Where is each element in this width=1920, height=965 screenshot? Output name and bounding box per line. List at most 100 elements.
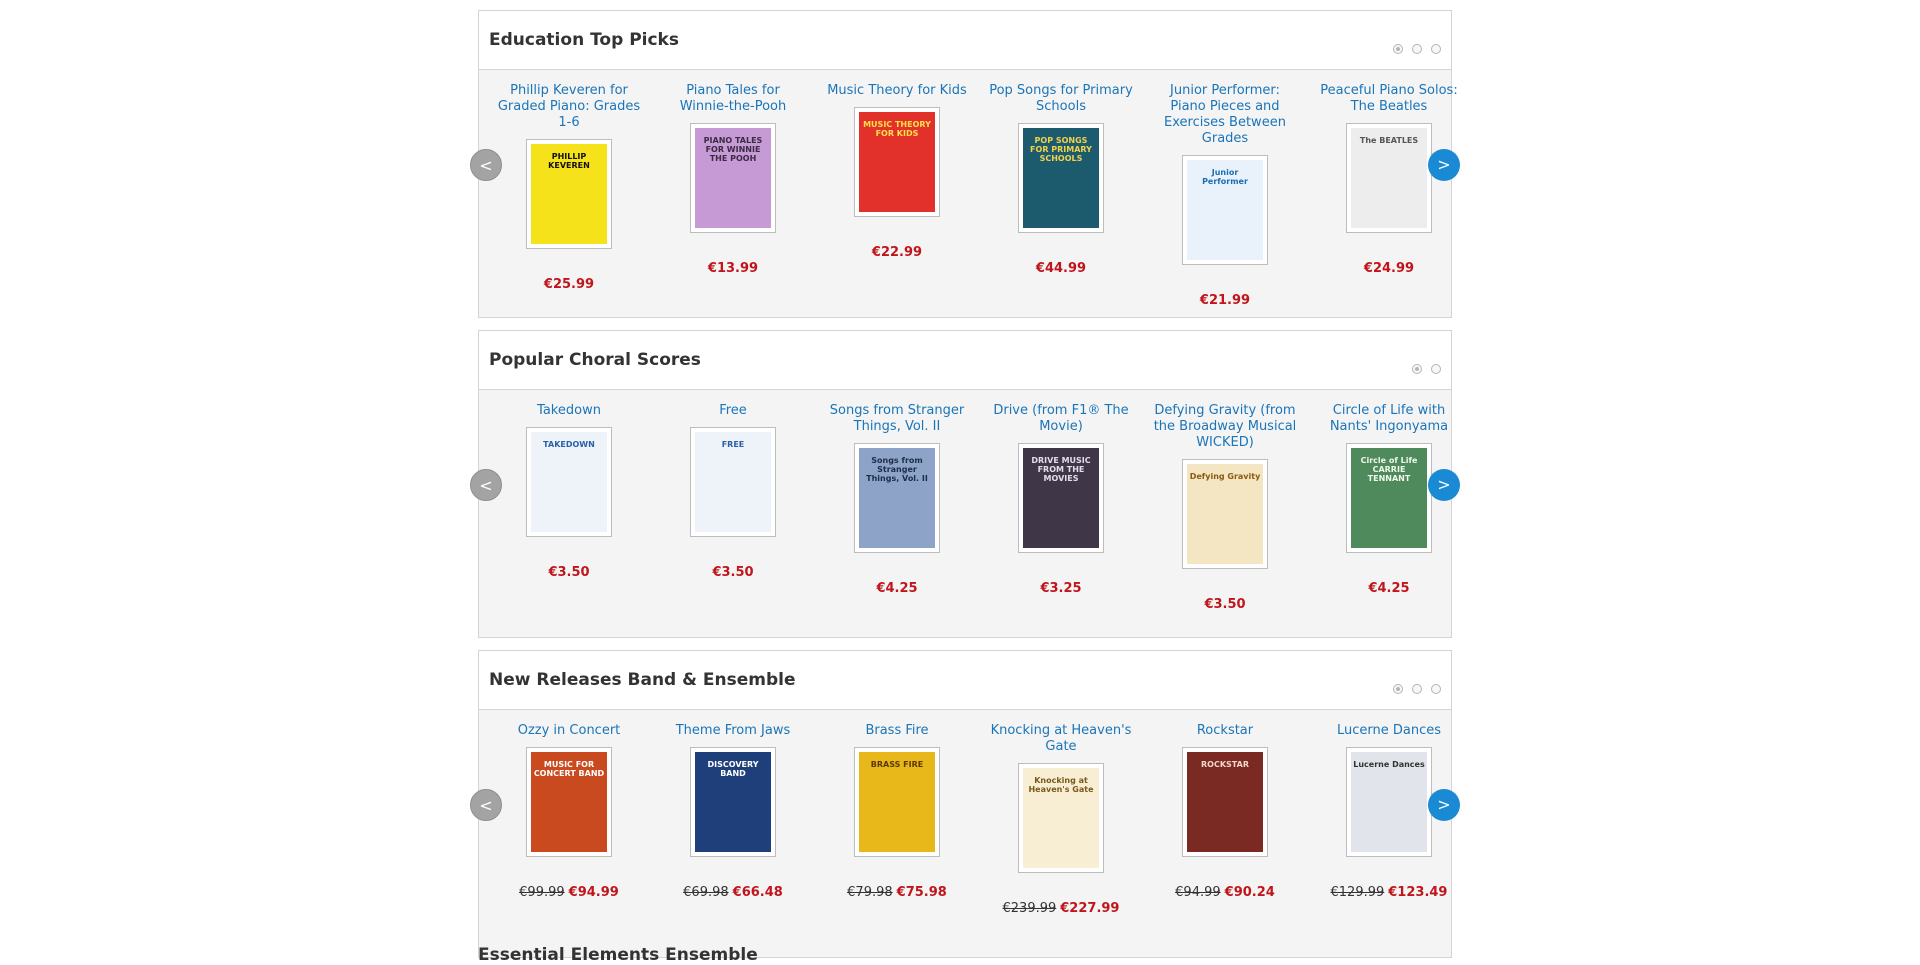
cover-text: PHILLIP KEVEREN xyxy=(548,152,590,170)
product-cover-link[interactable]: Circle of Life CARRIE TENNANT xyxy=(1346,443,1432,553)
product-title-link[interactable]: Knocking at Heaven's Gate xyxy=(986,723,1136,755)
current-price: €44.99 xyxy=(1035,261,1087,276)
product-cover-link[interactable]: Lucerne Dances xyxy=(1346,747,1432,857)
carousel-next-button[interactable]: > xyxy=(1428,149,1460,181)
price-block: €22.99 xyxy=(822,245,972,260)
product-title-link[interactable]: Phillip Keveren for Graded Piano: Grades… xyxy=(494,83,644,131)
product-cover-link[interactable]: MUSIC FOR CONCERT BAND xyxy=(526,747,612,857)
product-cover-link[interactable]: Songs from Stranger Things, Vol. II xyxy=(854,443,940,553)
cover-text: DISCOVERY BAND xyxy=(707,760,759,778)
pagination-dot[interactable] xyxy=(1412,44,1422,54)
product-cover-link[interactable]: Knocking at Heaven's Gate xyxy=(1018,763,1104,873)
product-title-link[interactable]: Brass Fire xyxy=(822,723,972,739)
current-price: €94.99 xyxy=(568,885,619,900)
current-price: €3.50 xyxy=(1204,597,1246,612)
cover-text: MUSIC FOR CONCERT BAND xyxy=(533,760,605,778)
cover-text: ROCKSTAR xyxy=(1201,760,1249,769)
price-block: €21.99 xyxy=(1150,293,1300,308)
product-carousel: Popular Choral Scores Takedown TAKEDOWN €3.… xyxy=(470,330,1460,638)
pagination-dot[interactable] xyxy=(1412,364,1422,374)
price-block: €3.50 xyxy=(1150,597,1300,612)
product-title-link[interactable]: Free xyxy=(658,403,808,419)
product-title-link[interactable]: Takedown xyxy=(494,403,644,419)
original-price: €129.99 xyxy=(1330,885,1385,900)
product-title-link[interactable]: Drive (from F1® The Movie) xyxy=(986,403,1136,435)
current-price: €13.99 xyxy=(707,261,759,276)
product-cover-link[interactable]: DISCOVERY BAND xyxy=(690,747,776,857)
product-cover-image: Songs from Stranger Things, Vol. II xyxy=(859,448,935,548)
carousel-header: Education Top Picks xyxy=(479,11,1451,70)
product-card: Brass Fire BRASS FIRE €79.98 €75.98 xyxy=(822,723,972,900)
price-block: €44.99 xyxy=(986,261,1136,276)
pagination-dot[interactable] xyxy=(1393,44,1403,54)
product-card: Free FREE €3.50 xyxy=(658,403,808,580)
carousel-prev-button[interactable]: < xyxy=(470,149,502,181)
current-price: €4.25 xyxy=(876,581,918,596)
cover-text: POP SONGS FOR PRIMARY SCHOOLS xyxy=(1030,136,1092,163)
product-cover-link[interactable]: Defying Gravity xyxy=(1182,459,1268,569)
product-cover-image: Knocking at Heaven's Gate xyxy=(1023,768,1099,868)
cover-text: FREE xyxy=(721,440,745,449)
product-title-link[interactable]: Pop Songs for Primary Schools xyxy=(986,83,1136,115)
product-cover-link[interactable]: ROCKSTAR xyxy=(1182,747,1268,857)
price-block: €4.25 xyxy=(1314,581,1464,596)
price-block: €79.98 €75.98 xyxy=(822,885,972,900)
pagination-dot[interactable] xyxy=(1431,44,1441,54)
cover-text: Lucerne Dances xyxy=(1353,760,1425,769)
product-cover-link[interactable]: Junior Performer xyxy=(1182,155,1268,265)
product-card: Rockstar ROCKSTAR €94.99 €90.24 xyxy=(1150,723,1300,900)
cover-text: Defying Gravity xyxy=(1189,472,1261,481)
price-block: €25.99 xyxy=(494,277,644,292)
carousel-header: New Releases Band & Ensemble xyxy=(479,651,1451,710)
pagination-dot[interactable] xyxy=(1431,684,1441,694)
product-cover-image: DISCOVERY BAND xyxy=(695,752,771,852)
cover-text: DRIVE MUSIC FROM THE MOVIES xyxy=(1031,456,1091,483)
product-card: Theme From Jaws DISCOVERY BAND €69.98 €66.4… xyxy=(658,723,808,900)
carousel-header: Popular Choral Scores xyxy=(479,331,1451,390)
product-cover-link[interactable]: MUSIC THEORY FOR KIDS xyxy=(854,107,940,217)
chevron-left-icon: < xyxy=(479,476,493,495)
price-block: €3.25 xyxy=(986,581,1136,596)
carousel-pagination xyxy=(1393,44,1441,54)
product-title-link[interactable]: Lucerne Dances xyxy=(1314,723,1464,739)
product-cover-link[interactable]: PIANO TALES FOR WINNIE THE POOH xyxy=(690,123,776,233)
carousel-prev-button[interactable]: < xyxy=(470,469,502,501)
pagination-dot[interactable] xyxy=(1393,684,1403,694)
carousel-next-button[interactable]: > xyxy=(1428,789,1460,821)
pagination-dot[interactable] xyxy=(1412,684,1422,694)
product-title-link[interactable]: Rockstar xyxy=(1150,723,1300,739)
product-cover-link[interactable]: POP SONGS FOR PRIMARY SCHOOLS xyxy=(1018,123,1104,233)
product-cover-image: DRIVE MUSIC FROM THE MOVIES xyxy=(1023,448,1099,548)
chevron-right-icon: > xyxy=(1437,795,1451,814)
carousel-next-button[interactable]: > xyxy=(1428,469,1460,501)
product-cover-link[interactable]: The BEATLES xyxy=(1346,123,1432,233)
carousel-pagination xyxy=(1412,364,1441,374)
product-title-link[interactable]: Music Theory for Kids xyxy=(822,83,972,99)
pagination-dot[interactable] xyxy=(1431,364,1441,374)
product-cover-image: Lucerne Dances xyxy=(1351,752,1427,852)
product-title-link[interactable]: Circle of Life with Nants' Ingonyama xyxy=(1314,403,1464,435)
product-title-link[interactable]: Ozzy in Concert xyxy=(494,723,644,739)
product-title-link[interactable]: Defying Gravity (from the Broadway Music… xyxy=(1150,403,1300,451)
carousel-prev-button[interactable]: < xyxy=(470,789,502,821)
product-cover-image: BRASS FIRE xyxy=(859,752,935,852)
product-title-link[interactable]: Songs from Stranger Things, Vol. II xyxy=(822,403,972,435)
original-price: €239.99 xyxy=(1002,901,1057,916)
product-cover-link[interactable]: FREE xyxy=(690,427,776,537)
product-cover-image: PIANO TALES FOR WINNIE THE POOH xyxy=(695,128,771,228)
price-block: €13.99 xyxy=(658,261,808,276)
carousel-items: Ozzy in Concert MUSIC FOR CONCERT BAND €99… xyxy=(479,710,1451,957)
product-title-link[interactable]: Theme From Jaws xyxy=(658,723,808,739)
product-title-link[interactable]: Peaceful Piano Solos: The Beatles xyxy=(1314,83,1464,115)
product-cover-link[interactable]: DRIVE MUSIC FROM THE MOVIES xyxy=(1018,443,1104,553)
product-title-link[interactable]: Junior Performer: Piano Pieces and Exerc… xyxy=(1150,83,1300,147)
original-price: €69.98 xyxy=(683,885,729,900)
product-cover-link[interactable]: TAKEDOWN xyxy=(526,427,612,537)
product-cover-link[interactable]: PHILLIP KEVEREN xyxy=(526,139,612,249)
product-cover-link[interactable]: BRASS FIRE xyxy=(854,747,940,857)
current-price: €22.99 xyxy=(871,245,923,260)
cover-text: BRASS FIRE xyxy=(870,760,924,769)
current-price: €4.25 xyxy=(1368,581,1410,596)
cover-text: Knocking at Heaven's Gate xyxy=(1028,776,1094,794)
product-title-link[interactable]: Piano Tales for Winnie-the-Pooh xyxy=(658,83,808,115)
